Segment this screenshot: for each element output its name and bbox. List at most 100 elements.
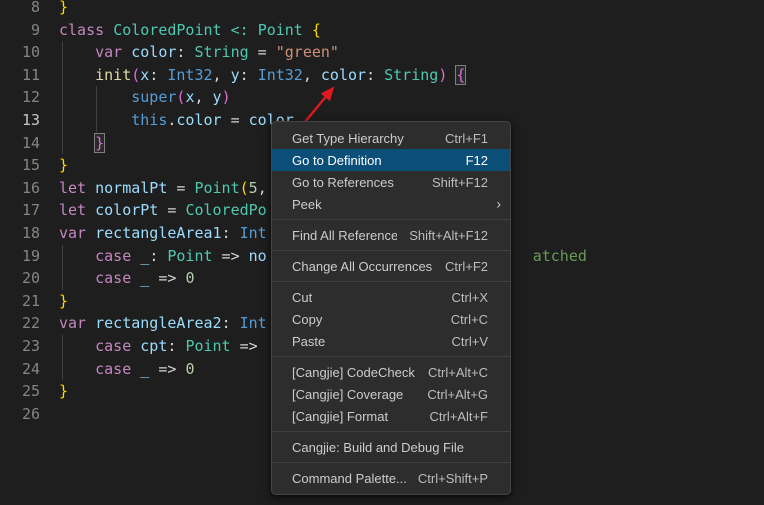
code-token: Point: [258, 21, 303, 39]
menu-item-cangjie-build-and-debug-file[interactable]: Cangjie: Build and Debug File: [272, 436, 510, 458]
code-token: <:: [231, 21, 249, 39]
line-number[interactable]: 20: [0, 267, 40, 290]
line-number[interactable]: 19: [0, 245, 40, 268]
menu-item-go-to-references[interactable]: Go to References Shift+F12: [272, 171, 510, 193]
menu-item-label: Go to References: [292, 175, 420, 190]
code-token: color: [321, 66, 366, 84]
code-token: [122, 43, 131, 61]
code-token: [131, 360, 140, 378]
menu-item-change-all-occurrences[interactable]: Change All OccurrencesCtrl+F2: [272, 255, 510, 277]
menu-item-cangjie-format[interactable]: [Cangjie] FormatCtrl+Alt+F: [272, 405, 510, 427]
code-token: cpt: [140, 337, 167, 355]
line-number[interactable]: 9: [0, 19, 40, 42]
code-token: _: [140, 247, 149, 265]
code-line[interactable]: class ColoredPoint <: Point {: [59, 19, 764, 42]
code-line[interactable]: var color: String = "green": [59, 41, 764, 64]
matched-bracket: {: [456, 66, 465, 84]
menu-item-label: Copy: [292, 312, 439, 327]
code-token: [131, 337, 140, 355]
code-token: _: [140, 269, 149, 287]
menu-item-shortcut: Ctrl+C: [451, 312, 488, 327]
code-token: String: [194, 43, 248, 61]
menu-item-copy[interactable]: Copy Ctrl+C: [272, 308, 510, 330]
code-token: =: [158, 201, 185, 219]
code-line[interactable]: }: [59, 0, 764, 19]
line-number[interactable]: 25: [0, 380, 40, 403]
code-token: :: [149, 66, 167, 84]
code-token: [86, 201, 95, 219]
line-number[interactable]: 10: [0, 41, 40, 64]
line-number[interactable]: 26: [0, 403, 40, 426]
line-number[interactable]: 8: [0, 0, 40, 19]
code-token: ColoredPo: [185, 201, 266, 219]
menu-item-shortcut: Ctrl+Shift+P: [418, 471, 488, 486]
code-token: 0: [185, 269, 194, 287]
editor-context-menu: Get Type Hierarchy Ctrl+F1 Go to Definitio…: [271, 121, 511, 495]
code-token: Point: [194, 179, 239, 197]
menu-item-command-palette[interactable]: Command Palette...Ctrl+Shift+P: [272, 467, 510, 489]
code-token: }: [59, 382, 68, 400]
menu-item-shortcut: Shift+Alt+F12: [409, 228, 488, 243]
code-token: this: [131, 111, 167, 129]
code-token: y: [231, 66, 240, 84]
menu-item-go-to-definition[interactable]: Go to DefinitionF12: [272, 149, 510, 171]
line-number[interactable]: 12: [0, 86, 40, 109]
line-number[interactable]: 15: [0, 154, 40, 177]
code-token: "green": [276, 43, 339, 61]
menu-item-label: Peek: [292, 197, 488, 212]
line-number[interactable]: 14: [0, 132, 40, 155]
code-token: [59, 337, 95, 355]
menu-item-get-type-hierarchy[interactable]: Get Type Hierarchy Ctrl+F1: [272, 127, 510, 149]
line-number[interactable]: 18: [0, 222, 40, 245]
code-line[interactable]: super(x, y): [59, 86, 764, 109]
menu-item-cut[interactable]: CutCtrl+X: [272, 286, 510, 308]
line-number[interactable]: 13: [0, 109, 40, 132]
menu-item-label: [Cangjie] Coverage: [292, 387, 415, 402]
code-token: [303, 21, 312, 39]
code-token: [59, 66, 95, 84]
line-number[interactable]: 21: [0, 290, 40, 313]
code-token: Int: [240, 224, 267, 242]
line-number[interactable]: 16: [0, 177, 40, 200]
line-number[interactable]: 22: [0, 312, 40, 335]
editor-gutter: 891011121314151617181920212223242526: [0, 0, 40, 425]
menu-item-shortcut: Ctrl+X: [452, 290, 488, 305]
line-number[interactable]: 23: [0, 335, 40, 358]
code-token: :: [240, 66, 258, 84]
submenu-chevron-icon: ›: [496, 196, 501, 210]
code-token: Int32: [258, 66, 303, 84]
menu-item-shortcut: Ctrl+Alt+G: [427, 387, 488, 402]
code-token: colorPt: [95, 201, 158, 219]
menu-item-cangjie-coverage[interactable]: [Cangjie] Coverage Ctrl+Alt+G: [272, 383, 510, 405]
menu-item-label: Paste: [292, 334, 440, 349]
menu-item-shortcut: Ctrl+F1: [445, 131, 488, 146]
code-token: =>: [149, 269, 185, 287]
menu-item-shortcut: Shift+F12: [432, 175, 488, 190]
code-token: (: [131, 66, 140, 84]
code-token: Point: [167, 247, 212, 265]
line-number[interactable]: 11: [0, 64, 40, 87]
line-number[interactable]: 24: [0, 358, 40, 381]
code-token: case: [95, 337, 131, 355]
code-token: 0: [185, 360, 194, 378]
code-token: Int32: [167, 66, 212, 84]
code-token: ,: [258, 179, 267, 197]
code-token: let: [59, 179, 86, 197]
menu-item-cangjie-codecheck[interactable]: [Cangjie] CodeCheckCtrl+Alt+C: [272, 361, 510, 383]
menu-item-shortcut: Ctrl+F2: [445, 259, 488, 274]
code-token: color: [131, 43, 176, 61]
code-token: }: [59, 156, 68, 174]
menu-item-peek[interactable]: Peek ›: [272, 193, 510, 215]
code-token: :: [222, 224, 240, 242]
code-token: {: [312, 21, 321, 39]
code-token: no: [249, 247, 267, 265]
code-token: ,: [303, 66, 321, 84]
code-line[interactable]: init(x: Int32, y: Int32, color: String) …: [59, 64, 764, 87]
line-number[interactable]: 17: [0, 199, 40, 222]
menu-item-paste[interactable]: PasteCtrl+V: [272, 330, 510, 352]
menu-item-find-all-references[interactable]: Find All ReferencesShift+Alt+F12: [272, 224, 510, 246]
menu-item-label: Get Type Hierarchy: [292, 131, 433, 146]
code-token: =>: [231, 337, 258, 355]
menu-separator: [272, 281, 510, 282]
code-token: [59, 247, 95, 265]
